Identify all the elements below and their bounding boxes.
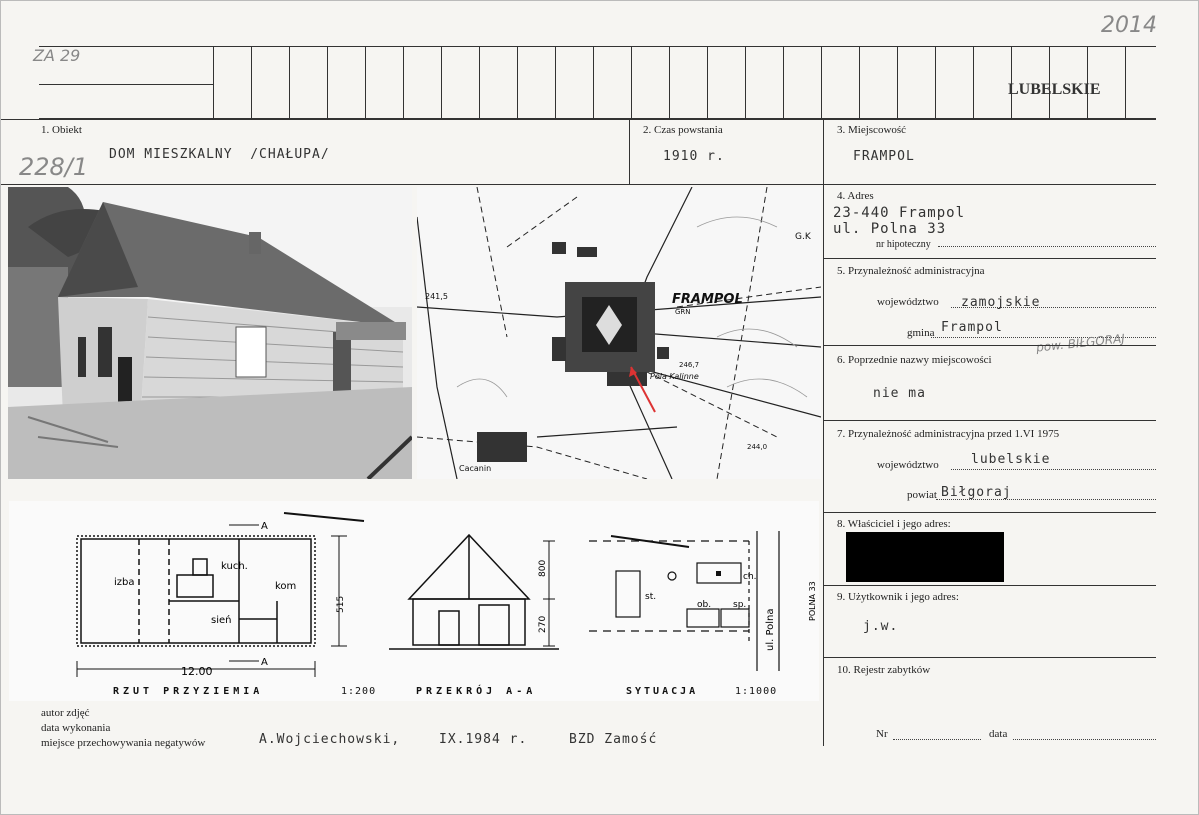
map-village: Cacanin — [459, 464, 491, 473]
register-label: 10. Rejestr zabytków — [837, 664, 931, 676]
record-card: ZA 29 2014 228/1 LUBELSKIE 1. Obiekt DOM… — [0, 0, 1199, 815]
object-label: 1. Obiekt — [41, 124, 82, 136]
former-names-value: nie ma — [873, 386, 926, 401]
owner-label: 8. Właściciel i jego adres: — [837, 518, 951, 530]
grid-cell-divider — [479, 46, 480, 119]
caption-site: SYTUACJA — [626, 686, 699, 697]
site-house-no: POLNA 33 — [808, 581, 817, 621]
grid-cell-divider — [973, 46, 974, 119]
caption-site-scale: 1:1000 — [735, 686, 778, 697]
grid-cell-divider — [251, 46, 252, 119]
plan-izba: izba — [114, 577, 135, 588]
grid-cell-divider — [365, 46, 366, 119]
plan-mark-a-bottom: A — [261, 657, 268, 668]
map-field: Pola Kalinne — [650, 372, 699, 381]
locality-value: FRAMPOL — [853, 149, 915, 164]
user-value: j.w. — [863, 619, 899, 634]
grid-cell-divider — [1125, 46, 1126, 119]
plan-width: 515 — [336, 596, 346, 613]
grid-cell-divider — [707, 46, 708, 119]
address-line-1: 23-440 Frampol — [833, 205, 966, 221]
address-label: 4. Adres — [837, 190, 874, 202]
gmina-value: Frampol — [941, 320, 1003, 335]
grid-cell-divider — [327, 46, 328, 119]
grid-cell-divider — [783, 46, 784, 119]
powiat-label: powiat — [907, 489, 937, 501]
plan-kuch: kuch. — [221, 561, 248, 572]
plan-mark-a-top: A — [261, 521, 268, 532]
location-map: FRAMPOL GRN G.K Pola Kalinne 241,5 246,7… — [417, 187, 821, 479]
map-gk: G.K — [795, 232, 812, 242]
plan-kom: kom — [275, 581, 296, 592]
section-height-total: 800 — [538, 560, 548, 577]
user-label: 9. Użytkownik i jego adres: — [837, 591, 959, 603]
map-grn: GRN — [675, 308, 691, 316]
site-sp: sp. — [733, 600, 746, 610]
caption-section: PRZEKRÓJ A-A — [416, 686, 537, 697]
storage-value: BZD Zamość — [569, 732, 658, 747]
map-elev-2: 246,7 — [679, 361, 699, 369]
drawings-sheet: izba kuch. kom sień 12.00 515 A A 800 27… — [9, 501, 819, 701]
section-height-wall: 270 — [538, 616, 548, 633]
house-photo — [8, 187, 412, 479]
grid-cell-divider — [517, 46, 518, 119]
site-st: st. — [645, 592, 656, 602]
voivodeship-before-label: województwo — [877, 459, 939, 471]
voivodeship-label: województwo — [877, 296, 939, 308]
grid-cell-divider — [213, 46, 214, 119]
object-value: DOM MIESZKALNY /CHAŁUPA/ — [109, 147, 330, 162]
grid-cell-divider — [593, 46, 594, 119]
storage-label: miejsce przechowywania negatywów — [41, 737, 206, 749]
grid-cell-divider — [745, 46, 746, 119]
grid-cell-divider — [631, 46, 632, 119]
author-value: A.Wojciechowski, — [259, 732, 401, 747]
grid-cell-divider — [859, 46, 860, 119]
address-line-2: ul. Polna 33 — [833, 221, 947, 237]
caption-plan-scale: 1:200 — [341, 686, 377, 697]
map-elev-1: 241,5 — [425, 292, 448, 301]
date-built-value: 1910 r. — [663, 149, 725, 164]
region-label: LUBELSKIE — [1008, 81, 1101, 98]
grid-cell-divider — [289, 46, 290, 119]
locality-label: 3. Miejscowość — [837, 124, 907, 136]
date-made-label: data wykonania — [41, 722, 111, 734]
grid-cell-divider — [441, 46, 442, 119]
site-street: ul. Polna — [765, 608, 776, 651]
inventory-number: 228/1 — [19, 153, 89, 181]
grid-cell-divider — [403, 46, 404, 119]
date-built-label: 2. Czas powstania — [643, 124, 723, 136]
county-note: pow. BIŁGORAJ — [1035, 331, 1126, 355]
plan-length: 12.00 — [181, 665, 213, 678]
map-elev-3: 244,0 — [747, 443, 767, 451]
site-ob: ob. — [697, 600, 711, 610]
former-names-label: 6. Poprzednie nazwy miejscowości — [837, 354, 992, 366]
date-made-value: IX.1984 r. — [439, 732, 528, 747]
admin-label: 5. Przynależność administracyjna — [837, 265, 985, 277]
year-note: 2014 — [1101, 13, 1157, 38]
mortgage-label: nr hipoteczny — [876, 239, 931, 250]
register-nr-label: Nr — [876, 728, 888, 740]
powiat-value: Biłgoraj — [941, 485, 1012, 500]
author-label: autor zdjęć — [41, 707, 90, 719]
map-town: FRAMPOL — [672, 292, 743, 307]
grid-cell-divider — [821, 46, 822, 119]
grid-cell-divider — [669, 46, 670, 119]
grid-cell-divider — [935, 46, 936, 119]
caption-plan: RZUT PRZYZIEMIA — [113, 686, 264, 697]
index-grid — [39, 46, 1156, 119]
register-date-label: data — [989, 728, 1008, 740]
plan-sien: sień — [211, 614, 231, 626]
site-ch: ch. — [743, 572, 757, 582]
grid-cell-divider — [897, 46, 898, 119]
admin-before-label: 7. Przynależność administracyjna przed 1… — [837, 428, 1060, 440]
voivodeship-before-value: lubelskie — [971, 452, 1051, 467]
owner-redaction — [846, 532, 1004, 582]
grid-cell-divider — [555, 46, 556, 119]
